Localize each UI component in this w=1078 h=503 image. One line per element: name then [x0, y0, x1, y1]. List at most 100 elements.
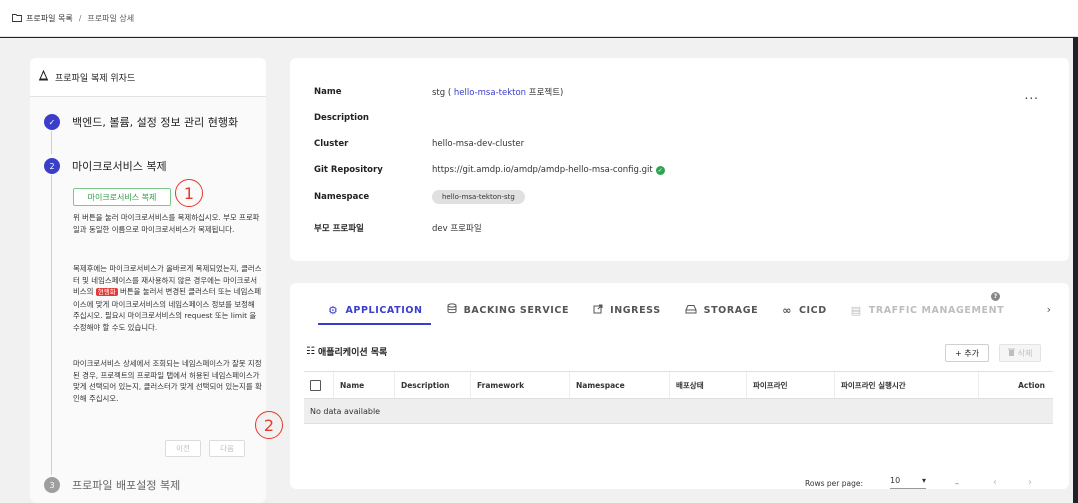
clone-microservice-button[interactable]: 마이크로서비스 복제: [73, 188, 171, 206]
column-header-deploy-status[interactable]: 배포상태: [670, 372, 747, 398]
info-key: Name: [314, 87, 342, 97]
caret-down-icon: ▾: [921, 476, 926, 485]
info-key: Git Repository: [314, 165, 383, 175]
delete-button[interactable]: 삭제: [999, 344, 1041, 362]
list-title-text: 애플리케이션 목록: [317, 348, 388, 358]
empty-table-row: No data available: [304, 399, 1053, 424]
column-header-pipeline-runtime[interactable]: 파이프라인 실행시간: [835, 372, 979, 398]
chevron-right-icon[interactable]: ›: [1028, 477, 1032, 488]
tab-label: CICD: [798, 304, 827, 316]
delete-label: 삭제: [1017, 348, 1033, 358]
profile-name: stg (: [432, 88, 452, 98]
tab-label: TRAFFIC MANAGEMENT: [868, 304, 1005, 316]
prev-button[interactable]: 이전: [165, 440, 201, 457]
tab-label: STORAGE: [703, 304, 759, 316]
tab-ingress[interactable]: INGRESS: [593, 304, 661, 325]
info-key: 부모 프로파일: [314, 224, 364, 234]
callout-marker-1: 1: [175, 179, 203, 207]
info-row-description: Description: [314, 113, 432, 123]
project-suffix: 프로젝트): [528, 88, 564, 98]
column-header-pipeline[interactable]: 파이프라인: [747, 372, 835, 398]
step-number: 3: [44, 477, 60, 493]
resource-tabs: ⚙ APPLICATION BACKING SERVICE INGRESS ST…: [318, 291, 1028, 325]
check-icon: ✓: [44, 114, 60, 130]
project-link[interactable]: hello-msa-tekton: [454, 88, 526, 98]
checkbox-icon: [310, 379, 321, 391]
tab-traffic-management[interactable]: ▤ TRAFFIC MANAGEMENT ?: [850, 291, 1005, 325]
next-button[interactable]: 다음: [209, 440, 245, 457]
info-key: Description: [314, 113, 369, 123]
chevron-right-icon[interactable]: ›: [1047, 303, 1051, 316]
info-row-git: Git Repository https://git.amdp.io/amdp/…: [314, 165, 665, 175]
profile-clone-wizard: 프로파일 복제 위자드 ✓ 백엔드, 볼륨, 설정 정보 관리 현행화 2 마이…: [30, 58, 266, 503]
wizard-step-3[interactable]: 3 프로파일 배포설정 복제: [44, 477, 180, 493]
database-icon: [447, 303, 457, 317]
instruction-text: 위 버튼을 눌러 마이크로서비스를 복제하십시오. 부모 프로파일과 동일한 이…: [73, 213, 260, 234]
info-row-name: Name stg ( hello-msa-tekton 프로젝트): [314, 86, 563, 98]
instruction-text: 마이크로서비스 상세에서 조회되는 네임스페이스가 잘못 지정된 경우, 프로젝…: [73, 359, 262, 403]
refresh-badge: 현행화: [95, 288, 118, 297]
parent-profile-link[interactable]: dev 프로파일: [432, 222, 482, 234]
step-connector: [51, 131, 52, 154]
list-icon: ☷: [306, 346, 315, 357]
wizard-step-label: 프로파일 배포설정 복제: [72, 479, 181, 492]
info-key: Namespace: [314, 192, 370, 202]
namespace-chip: hello-msa-tekton-stg: [432, 190, 525, 204]
profile-info-card: ... Name stg ( hello-msa-tekton 프로젝트) De…: [290, 58, 1069, 261]
wizard-icon: [38, 69, 49, 84]
wizard-step-2[interactable]: 2 마이크로서비스 복제: [44, 158, 167, 174]
column-header-name[interactable]: Name: [334, 372, 395, 398]
check-circle-icon: ✓: [655, 165, 665, 175]
wizard-step-label: 백엔드, 볼륨, 설정 정보 관리 현행화: [72, 116, 239, 129]
column-header-namespace[interactable]: Namespace: [570, 372, 670, 398]
tab-label: BACKING SERVICE: [463, 304, 570, 316]
chevron-left-icon[interactable]: ‹: [993, 477, 997, 488]
tab-backing-service[interactable]: BACKING SERVICE: [447, 303, 570, 325]
breadcrumb: 프로파일 목록 / 프로파일 상세: [0, 0, 1078, 37]
cluster-value: hello-msa-dev-cluster: [432, 139, 525, 149]
select-all-checkbox[interactable]: [304, 372, 334, 398]
help-icon[interactable]: ?: [991, 291, 1001, 301]
info-row-cluster: Cluster hello-msa-dev-cluster: [314, 139, 524, 149]
breadcrumb-profile-list[interactable]: 프로파일 목록: [26, 13, 73, 24]
column-header-action: Action: [1018, 380, 1045, 390]
add-button[interactable]: + 추가: [945, 344, 989, 362]
infinity-icon: ∞: [782, 303, 792, 317]
more-menu-button[interactable]: ...: [1025, 88, 1039, 102]
info-key: Cluster: [314, 139, 349, 149]
wizard-header: 프로파일 복제 위자드: [30, 58, 266, 97]
table-icon: ▤: [850, 303, 862, 317]
tab-storage[interactable]: STORAGE: [685, 304, 759, 325]
wizard-title: 프로파일 복제 위자드: [55, 73, 136, 84]
tab-cicd[interactable]: ∞ CICD: [782, 304, 827, 325]
application-table: Name Description Framework Namespace 배포상…: [304, 371, 1053, 424]
wizard-step-label: 마이크로서비스 복제: [72, 160, 167, 173]
main-content: 프로파일 복제 위자드 ✓ 백엔드, 볼륨, 설정 정보 관리 현행화 2 마이…: [0, 38, 1073, 503]
breadcrumb-separator: /: [78, 13, 82, 23]
info-row-parent: 부모 프로파일 dev 프로파일: [314, 222, 482, 234]
column-header-framework[interactable]: Framework: [471, 372, 570, 398]
tab-label: APPLICATION: [345, 304, 423, 316]
page-range: –: [955, 479, 959, 488]
tab-application[interactable]: ⚙ APPLICATION: [318, 303, 431, 325]
callout-marker-2: 2: [255, 411, 283, 439]
step-number: 2: [44, 158, 60, 174]
column-header-description[interactable]: Description: [395, 372, 471, 398]
info-row-namespace: Namespace hello-msa-tekton-stg: [314, 190, 525, 204]
rows-per-page-label: Rows per page:: [805, 479, 863, 488]
trash-icon: [1007, 348, 1015, 358]
breadcrumb-profile-detail: 프로파일 상세: [87, 13, 135, 23]
table-header: Name Description Framework Namespace 배포상…: [304, 371, 1053, 399]
gear-icon: ⚙: [328, 303, 339, 317]
step-connector: [51, 175, 52, 475]
resource-tabs-card: ⚙ APPLICATION BACKING SERVICE INGRESS ST…: [290, 283, 1069, 489]
rows-per-page-value: 10: [890, 476, 901, 485]
app-list-title: ☷ 애플리케이션 목록: [306, 345, 387, 358]
instruction-text: 복제후에는 마이크로서비스가 올바르게 복제되었는지, 클러스터 및 네임스페이…: [73, 263, 263, 334]
folder-icon: [12, 13, 22, 24]
git-repository-link[interactable]: https://git.amdp.io/amdp/amdp-hello-msa-…: [432, 165, 653, 175]
wizard-step-1[interactable]: ✓ 백엔드, 볼륨, 설정 정보 관리 현행화: [44, 114, 238, 130]
external-link-icon: [593, 304, 603, 317]
rows-per-page-select[interactable]: 10 ▾: [890, 476, 926, 489]
tab-label: INGRESS: [610, 304, 661, 316]
